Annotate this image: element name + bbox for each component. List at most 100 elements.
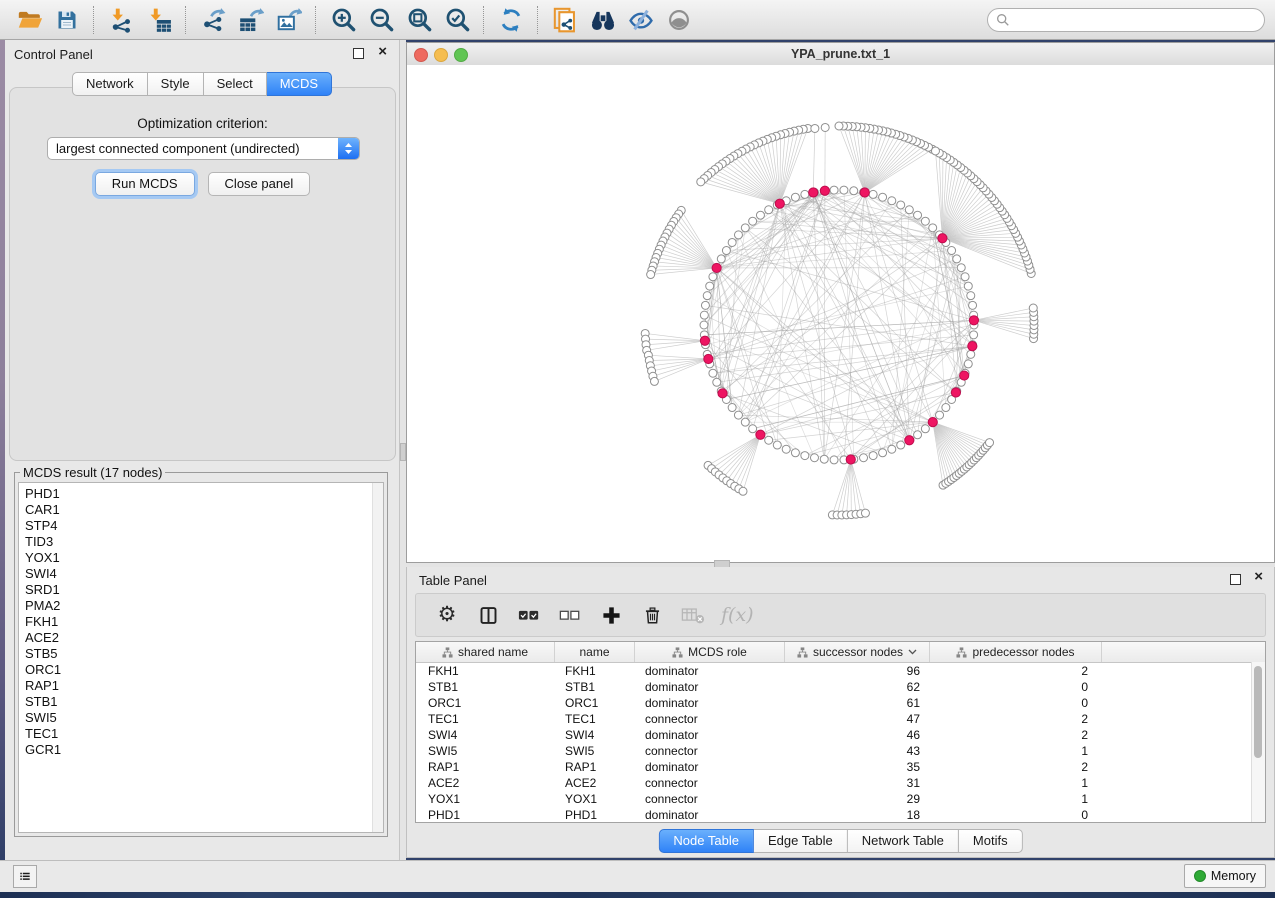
table-cell[interactable]: TEC1 <box>416 712 555 726</box>
graph-node[interactable] <box>964 282 972 290</box>
graph-node[interactable] <box>897 441 905 449</box>
graph-dominator-node[interactable] <box>938 234 947 243</box>
graph-node[interactable] <box>942 404 950 412</box>
graph-dominator-node[interactable] <box>846 455 855 464</box>
table-cell[interactable]: 2 <box>930 760 1102 774</box>
graph-node[interactable] <box>709 369 717 377</box>
table-cell[interactable]: connector <box>635 776 785 790</box>
graph-dominator-node[interactable] <box>968 342 977 351</box>
graph-leaf-node[interactable] <box>1029 304 1037 312</box>
graph-node[interactable] <box>700 311 708 319</box>
graph-node[interactable] <box>700 321 708 329</box>
mcds-list-scrollbar[interactable] <box>372 483 383 832</box>
graph-node[interactable] <box>860 454 868 462</box>
graph-node[interactable] <box>701 301 709 309</box>
mcds-result-item[interactable]: SWI4 <box>19 566 383 582</box>
network-titlebar[interactable]: YPA_prune.txt_1 <box>407 43 1274 66</box>
mcds-result-item[interactable]: FKH1 <box>19 614 383 630</box>
graph-node[interactable] <box>773 441 781 449</box>
graph-node[interactable] <box>791 193 799 201</box>
table-cell[interactable]: FKH1 <box>416 664 555 678</box>
graph-node[interactable] <box>734 231 742 239</box>
graph-leaf-node[interactable] <box>986 439 994 447</box>
graph-leaf-node[interactable] <box>811 124 819 132</box>
table-cell[interactable]: connector <box>635 744 785 758</box>
column-header-shared-name[interactable]: shared name <box>416 642 555 662</box>
table-cell[interactable]: ACE2 <box>555 776 635 790</box>
table-cell[interactable]: 29 <box>785 792 930 806</box>
table-row[interactable]: ORC1ORC1dominator610 <box>416 695 1265 711</box>
graph-node[interactable] <box>741 224 749 232</box>
tab-select[interactable]: Select <box>204 72 267 96</box>
tab-style[interactable]: Style <box>148 72 204 96</box>
table-row[interactable]: SWI5SWI5connector431 <box>416 743 1265 759</box>
mcds-result-item[interactable]: TID3 <box>19 534 383 550</box>
graph-dominator-node[interactable] <box>775 199 784 208</box>
export-network-icon[interactable] <box>194 3 232 37</box>
graph-node[interactable] <box>914 431 922 439</box>
scrollbar-thumb[interactable] <box>1254 666 1262 758</box>
graph-leaf-node[interactable] <box>650 377 658 385</box>
table-cell[interactable]: 1 <box>930 744 1102 758</box>
mcds-result-item[interactable]: SRD1 <box>19 582 383 598</box>
graph-node[interactable] <box>713 378 721 386</box>
mcds-result-item[interactable]: RAP1 <box>19 678 383 694</box>
search-network-icon[interactable] <box>584 3 622 37</box>
table-cell[interactable]: 96 <box>785 664 930 678</box>
graph-node[interactable] <box>782 445 790 453</box>
graph-node[interactable] <box>967 350 975 358</box>
sort-chevron-icon[interactable] <box>908 649 917 655</box>
tab-network-table[interactable]: Network Table <box>848 829 959 853</box>
mcds-result-item[interactable]: ORC1 <box>19 662 383 678</box>
graph-node[interactable] <box>765 206 773 214</box>
graph-node[interactable] <box>879 449 887 457</box>
table-cell[interactable]: dominator <box>635 680 785 694</box>
graph-leaf-node[interactable] <box>739 487 747 495</box>
table-cell[interactable]: 0 <box>930 808 1102 822</box>
float-panel-icon[interactable] <box>353 48 364 59</box>
table-cell[interactable]: dominator <box>635 664 785 678</box>
graph-node[interactable] <box>801 452 809 460</box>
graph-node[interactable] <box>820 455 828 463</box>
table-cell[interactable]: TEC1 <box>555 712 635 726</box>
graph-node[interactable] <box>879 193 887 201</box>
graph-node[interactable] <box>709 273 717 281</box>
graph-dominator-node[interactable] <box>712 263 721 272</box>
graph-node[interactable] <box>957 264 965 272</box>
mcds-result-item[interactable]: SWI5 <box>19 710 383 726</box>
graph-node[interactable] <box>717 255 725 263</box>
graph-node[interactable] <box>850 187 858 195</box>
save-session-icon[interactable] <box>48 3 86 37</box>
table-cell[interactable]: connector <box>635 792 785 806</box>
graph-node[interactable] <box>929 224 937 232</box>
graph-node[interactable] <box>888 197 896 205</box>
graph-node[interactable] <box>969 301 977 309</box>
table-cell[interactable]: 47 <box>785 712 930 726</box>
graph-dominator-node[interactable] <box>969 316 978 325</box>
table-cell[interactable]: 0 <box>930 696 1102 710</box>
show-hidden-icon[interactable] <box>660 3 698 37</box>
graph-node[interactable] <box>936 411 944 419</box>
table-cell[interactable]: 2 <box>930 728 1102 742</box>
tab-edge-table[interactable]: Edge Table <box>754 829 848 853</box>
table-cell[interactable]: 2 <box>930 664 1102 678</box>
graph-node[interactable] <box>914 211 922 219</box>
column-header-successor-nodes[interactable]: successor nodes <box>785 642 930 662</box>
mcds-result-item[interactable]: PHD1 <box>19 486 383 502</box>
table-row[interactable]: RAP1RAP1dominator352 <box>416 759 1265 775</box>
graph-node[interactable] <box>765 436 773 444</box>
graph-node[interactable] <box>970 331 978 339</box>
graph-dominator-node[interactable] <box>700 336 709 345</box>
table-cell[interactable]: SWI4 <box>555 728 635 742</box>
hide-selected-icon[interactable] <box>622 3 660 37</box>
graph-node[interactable] <box>728 238 736 246</box>
table-cell[interactable]: SWI5 <box>555 744 635 758</box>
graph-node[interactable] <box>741 418 749 426</box>
table-row[interactable]: FKH1FKH1dominator962 <box>416 663 1265 679</box>
task-history-icon[interactable] <box>13 865 37 888</box>
zoom-out-icon[interactable] <box>362 3 400 37</box>
run-mcds-button[interactable]: Run MCDS <box>95 172 195 196</box>
graph-node[interactable] <box>967 292 975 300</box>
graph-node[interactable] <box>801 190 809 198</box>
graph-dominator-node[interactable] <box>951 388 960 397</box>
